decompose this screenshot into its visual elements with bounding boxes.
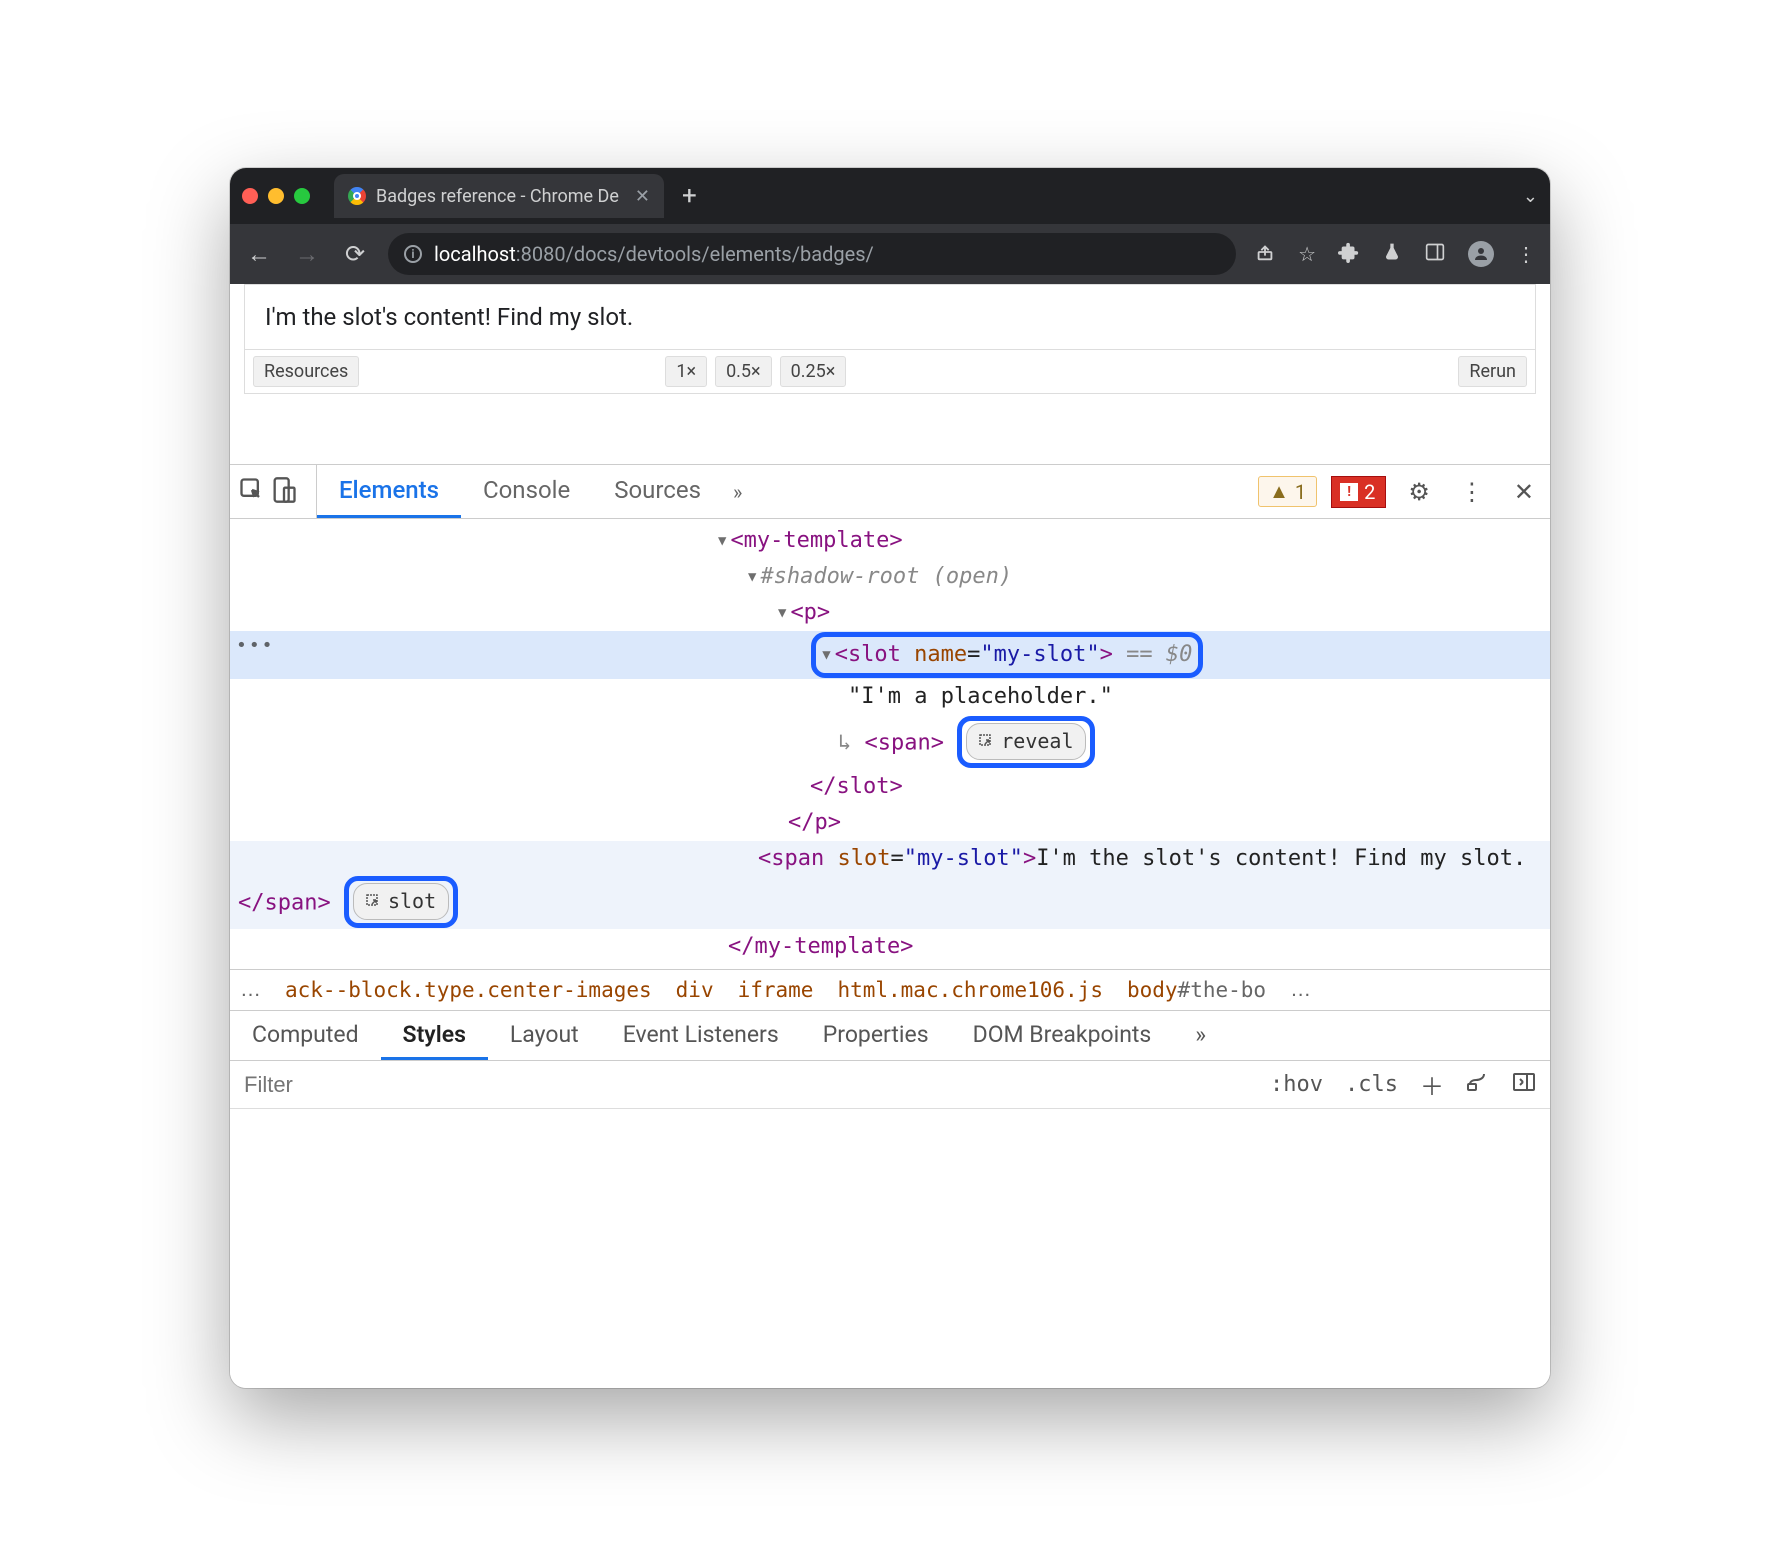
styles-filter-input[interactable]: [230, 1061, 1270, 1108]
back-icon[interactable]: ←: [244, 240, 274, 269]
tab-close-icon[interactable]: ✕: [635, 186, 650, 207]
window-controls: [242, 188, 310, 204]
subtab-event-listeners[interactable]: Event Listeners: [601, 1011, 801, 1060]
selection-dots-icon: •••: [236, 632, 275, 660]
zoom-025x-button[interactable]: 0.25×: [780, 356, 847, 387]
extensions-puzzle-icon[interactable]: [1338, 241, 1360, 268]
hov-toggle[interactable]: :hov: [1270, 1072, 1323, 1097]
paint-brush-icon[interactable]: [1466, 1070, 1490, 1100]
subtab-computed[interactable]: Computed: [230, 1011, 381, 1060]
url-host: localhost: [434, 242, 516, 266]
reload-icon[interactable]: ⟳: [340, 240, 370, 268]
breadcrumb-ellipsis-right[interactable]: …: [1290, 978, 1311, 1002]
example-toolbar: Resources 1× 0.5× 0.25× Rerun: [245, 349, 1535, 394]
url-field[interactable]: i localhost:8080/docs/devtools/elements/…: [388, 233, 1236, 275]
crumb-item[interactable]: ack--block.type.center-images: [285, 978, 652, 1002]
tab-list-chevron-icon[interactable]: ⌄: [1523, 186, 1538, 207]
tab-title: Badges reference - Chrome De: [376, 186, 619, 207]
issues-badge[interactable]: !2: [1331, 476, 1386, 508]
dom-p-close[interactable]: </p>: [788, 810, 841, 835]
devtools-tab-bar: Elements Console Sources » ▲ 1 !2 ⚙ ⋮ ✕: [230, 465, 1550, 519]
more-tabs-icon[interactable]: »: [723, 480, 752, 504]
dom-my-template-close[interactable]: </my-template>: [728, 934, 913, 959]
subtab-more-icon[interactable]: »: [1173, 1011, 1228, 1060]
subtab-styles[interactable]: Styles: [381, 1011, 488, 1060]
subtab-dom-breakpoints[interactable]: DOM Breakpoints: [951, 1011, 1174, 1060]
chrome-favicon-icon: [348, 187, 366, 205]
crumb-item[interactable]: html.mac.chrome106.js: [837, 978, 1103, 1002]
dom-slot-close[interactable]: </slot>: [810, 774, 903, 799]
tab-console[interactable]: Console: [461, 465, 592, 518]
subtab-layout[interactable]: Layout: [488, 1011, 601, 1060]
chrome-tab-strip: Badges reference - Chrome De ✕ + ⌄: [230, 168, 1550, 224]
profile-avatar-icon[interactable]: [1468, 241, 1494, 267]
dom-shadow-root[interactable]: #shadow-root (open): [760, 564, 1012, 589]
forward-icon: →: [292, 240, 322, 269]
devtools-panel: Elements Console Sources » ▲ 1 !2 ⚙ ⋮ ✕ …: [230, 464, 1550, 1388]
page-viewport: I'm the slot's content! Find my slot. Re…: [230, 284, 1550, 464]
crumb-item[interactable]: iframe: [738, 978, 814, 1002]
chrome-menu-icon[interactable]: ⋮: [1516, 242, 1536, 266]
zoom-1x-button[interactable]: 1×: [665, 356, 707, 387]
dom-slot-selected-row[interactable]: ••• ▼<slot name="my-slot"> == $0: [230, 631, 1550, 679]
page-slot-content-text: I'm the slot's content! Find my slot.: [245, 284, 1535, 349]
rerun-button[interactable]: Rerun: [1458, 356, 1527, 387]
close-icon[interactable]: [242, 188, 258, 204]
new-tab-button[interactable]: +: [682, 181, 697, 211]
error-count: 2: [1364, 480, 1375, 504]
dom-p-open[interactable]: <p>: [790, 600, 830, 625]
subtab-properties[interactable]: Properties: [801, 1011, 951, 1060]
cls-toggle[interactable]: .cls: [1345, 1072, 1398, 1097]
warn-count: 1: [1295, 480, 1306, 504]
crumb-item[interactable]: div: [676, 978, 714, 1002]
tab-elements[interactable]: Elements: [317, 465, 461, 518]
toggle-sidebar-icon[interactable]: [1512, 1070, 1536, 1100]
maximize-icon[interactable]: [294, 188, 310, 204]
settings-gear-icon[interactable]: ⚙: [1400, 478, 1438, 506]
bookmark-star-icon[interactable]: ☆: [1298, 242, 1316, 266]
url-path: :8080/docs/devtools/elements/badges/: [516, 242, 874, 266]
dom-tree[interactable]: ▼<my-template> ▼#shadow-root (open) ▼<p>…: [230, 519, 1550, 969]
new-style-rule-icon[interactable]: ＋: [1420, 1067, 1444, 1102]
minimize-icon[interactable]: [268, 188, 284, 204]
dom-placeholder-text[interactable]: "I'm a placeholder.": [848, 684, 1113, 709]
address-bar: ← → ⟳ i localhost:8080/docs/devtools/ele…: [230, 224, 1550, 284]
side-panel-icon[interactable]: [1424, 242, 1446, 267]
devtools-close-icon[interactable]: ✕: [1506, 478, 1542, 506]
dom-span-slotted-row[interactable]: <span slot="my-slot">I'm the slot's cont…: [230, 841, 1550, 929]
devtools-menu-icon[interactable]: ⋮: [1452, 478, 1492, 506]
zoom-05x-button[interactable]: 0.5×: [715, 356, 772, 387]
crumb-item[interactable]: body#the-bo: [1127, 978, 1266, 1002]
reveal-badge[interactable]: reveal: [966, 723, 1086, 760]
resources-button[interactable]: Resources: [253, 356, 359, 387]
tab-sources[interactable]: Sources: [592, 465, 723, 518]
styles-toolbar: :hov .cls ＋: [230, 1061, 1550, 1109]
slot-badge[interactable]: slot: [353, 883, 449, 920]
labs-flask-icon[interactable]: [1382, 241, 1402, 268]
breadcrumb-ellipsis-left[interactable]: …: [240, 978, 261, 1002]
site-info-icon[interactable]: i: [404, 245, 422, 263]
element-picker-icon[interactable]: [238, 476, 266, 508]
dom-my-template-open[interactable]: <my-template>: [730, 528, 902, 553]
chrome-window: Badges reference - Chrome De ✕ + ⌄ ← → ⟳…: [230, 168, 1550, 1388]
eq-dollar-zero: == $0: [1113, 642, 1192, 667]
share-icon[interactable]: [1254, 241, 1276, 268]
dom-breadcrumb[interactable]: … ack--block.type.center-images div ifra…: [230, 969, 1550, 1011]
device-toggle-icon[interactable]: [270, 476, 298, 508]
browser-tab[interactable]: Badges reference - Chrome De ✕: [334, 174, 664, 218]
address-right-icons: ☆ ⋮: [1254, 241, 1536, 268]
warnings-badge[interactable]: ▲ 1: [1258, 476, 1317, 507]
styles-subtabs: Computed Styles Layout Event Listeners P…: [230, 1011, 1550, 1061]
